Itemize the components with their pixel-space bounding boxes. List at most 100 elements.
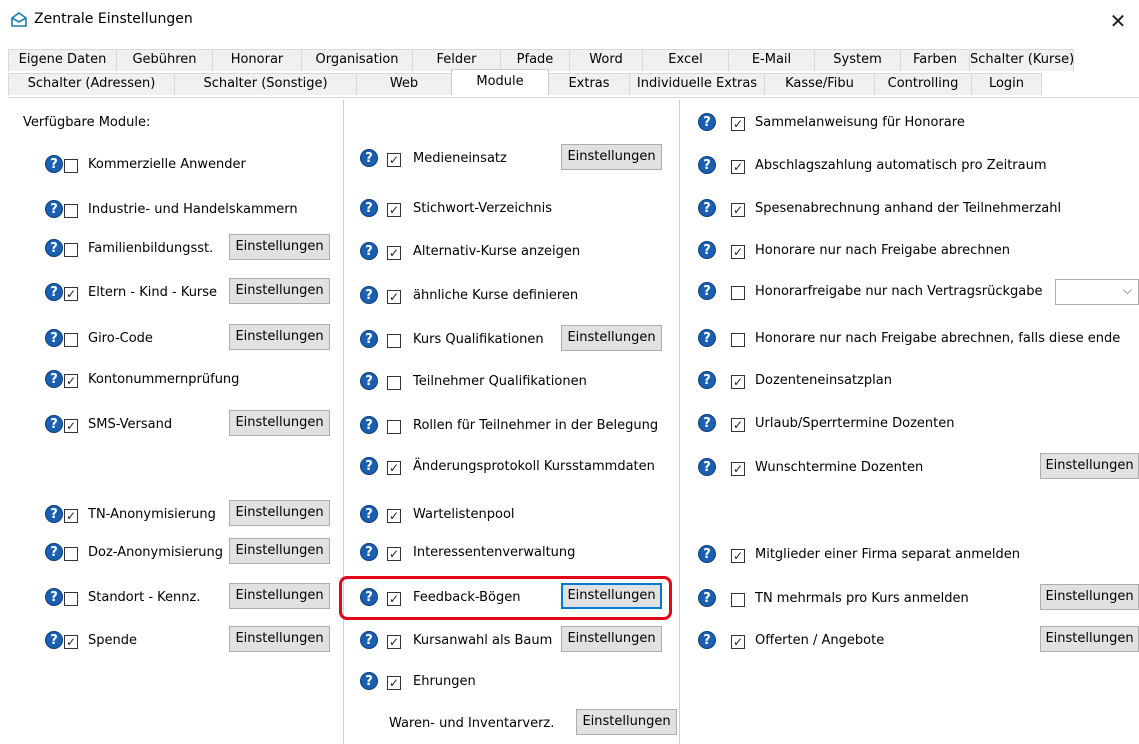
checkbox-sms-versand[interactable]: ✓ — [64, 419, 78, 433]
help-icon[interactable]: ? — [45, 415, 63, 433]
help-icon[interactable]: ? — [698, 545, 716, 563]
checkbox-industrie-und-handelskammern[interactable] — [64, 204, 78, 218]
checkbox-medieneinsatz[interactable]: ✓ — [387, 153, 401, 167]
help-icon[interactable]: ? — [698, 458, 716, 476]
checkbox-urlaub-sperrtermine-dozenten[interactable]: ✓ — [731, 418, 745, 432]
checkbox-dozenteneinsatzplan[interactable]: ✓ — [731, 375, 745, 389]
checkbox-honorarfreigabe-nur-nach-vertragsrückgabe[interactable] — [731, 286, 745, 300]
checkbox-abschlagszahlung-automatisch-pro-zeitraum[interactable]: ✓ — [731, 160, 745, 174]
help-icon[interactable]: ? — [360, 199, 378, 217]
tab-organisation[interactable]: Organisation — [301, 49, 413, 71]
checkbox-alternativ-kurse-anzeigen[interactable]: ✓ — [387, 246, 401, 260]
help-icon[interactable]: ? — [360, 672, 378, 690]
help-icon[interactable]: ? — [698, 199, 716, 217]
tab-extras[interactable]: Extras — [548, 73, 630, 95]
checkbox-ähnliche-kurse-definieren[interactable]: ✓ — [387, 290, 401, 304]
settings-button-familienbildungsst[interactable]: Einstellungen — [229, 234, 330, 260]
checkbox-doz-anonymisierung[interactable] — [64, 547, 78, 561]
help-icon[interactable]: ? — [698, 329, 716, 347]
checkbox-rollen-für-teilnehmer-in-der-belegung[interactable] — [387, 420, 401, 434]
help-icon[interactable]: ? — [45, 239, 63, 257]
help-icon[interactable]: ? — [698, 113, 716, 131]
checkbox-interessentenverwaltung[interactable]: ✓ — [387, 547, 401, 561]
settings-button-medieneinsatz[interactable]: Einstellungen — [561, 144, 662, 170]
checkbox-mitglieder-einer-firma-separat-anmelden[interactable]: ✓ — [731, 549, 745, 563]
help-icon[interactable]: ? — [360, 631, 378, 649]
tab-e-mail[interactable]: E-Mail — [728, 49, 815, 71]
checkbox-stichwort-verzeichnis[interactable]: ✓ — [387, 203, 401, 217]
checkbox-tn-mehrmals-pro-kurs-anmelden[interactable] — [731, 593, 745, 607]
help-icon[interactable]: ? — [360, 149, 378, 167]
checkbox-kursanwahl-als-baum[interactable]: ✓ — [387, 635, 401, 649]
settings-button-kurs-qualifikationen[interactable]: Einstellungen — [561, 325, 662, 351]
checkbox-honorare-nur-nach-freigabe-abrechnen-falls-diese-ende[interactable] — [731, 333, 745, 347]
checkbox-tn-anonymisierung[interactable]: ✓ — [64, 509, 78, 523]
chevron-down-icon[interactable]: ⌵ — [1123, 283, 1132, 298]
settings-button-sms-versand[interactable]: Einstellungen — [229, 410, 330, 436]
help-icon[interactable]: ? — [698, 282, 716, 300]
help-icon[interactable]: ? — [45, 631, 63, 649]
help-icon[interactable]: ? — [698, 631, 716, 649]
help-icon[interactable]: ? — [45, 200, 63, 218]
help-icon[interactable]: ? — [698, 156, 716, 174]
settings-button-doz-anonymisierung[interactable]: Einstellungen — [229, 538, 330, 564]
settings-button-spende[interactable]: Einstellungen — [229, 626, 330, 652]
tab-pfade[interactable]: Pfade — [500, 49, 570, 71]
help-icon[interactable]: ? — [45, 283, 63, 301]
help-icon[interactable]: ? — [698, 414, 716, 432]
tab-individuelle-extras[interactable]: Individuelle Extras — [629, 73, 765, 95]
checkbox-ehrungen[interactable]: ✓ — [387, 676, 401, 690]
settings-button-offerten-angebote[interactable]: Einstellungen — [1040, 626, 1139, 652]
settings-button-eltern-kind-kurse[interactable]: Einstellungen — [229, 278, 330, 304]
help-icon[interactable]: ? — [360, 505, 378, 523]
checkbox-honorare-nur-nach-freigabe-abrechnen[interactable]: ✓ — [731, 245, 745, 259]
help-icon[interactable]: ? — [360, 416, 378, 434]
settings-button-kursanwahl-als-baum[interactable]: Einstellungen — [561, 626, 662, 652]
help-icon[interactable]: ? — [360, 372, 378, 390]
tab-schalter-adressen[interactable]: Schalter (Adressen) — [8, 73, 175, 95]
checkbox-kurs-qualifikationen[interactable] — [387, 334, 401, 348]
checkbox-kontonummernprüfung[interactable]: ✓ — [64, 374, 78, 388]
help-icon[interactable]: ? — [45, 505, 63, 523]
tab-word[interactable]: Word — [569, 49, 643, 71]
checkbox-teilnehmer-qualifikationen[interactable] — [387, 376, 401, 390]
help-icon[interactable]: ? — [360, 242, 378, 260]
honorarfreigabe-dropdown[interactable]: ⌵ — [1055, 279, 1139, 305]
checkbox-standort-kennz[interactable] — [64, 592, 78, 606]
help-icon[interactable]: ? — [45, 588, 63, 606]
tab-schalter-kurse[interactable]: Schalter (Kurse) — [969, 49, 1074, 71]
settings-button-tn-anonymisierung[interactable]: Einstellungen — [229, 500, 330, 526]
settings-button-waren-und-inventarverz[interactable]: Einstellungen — [576, 709, 677, 735]
checkbox-familienbildungsst[interactable] — [64, 243, 78, 257]
tab-eigene-daten[interactable]: Eigene Daten — [8, 49, 117, 71]
tab-excel[interactable]: Excel — [642, 49, 729, 71]
checkbox-änderungsprotokoll-kursstammdaten[interactable]: ✓ — [387, 461, 401, 475]
tab-schalter-sonstige[interactable]: Schalter (Sonstige) — [174, 73, 357, 95]
close-icon[interactable]: ✕ — [1103, 6, 1133, 36]
checkbox-sammelanweisung-für-honorare[interactable]: ✓ — [731, 117, 745, 131]
help-icon[interactable]: ? — [45, 155, 63, 173]
tab-system[interactable]: System — [814, 49, 901, 71]
settings-button-standort-kennz[interactable]: Einstellungen — [229, 583, 330, 609]
settings-button-tn-mehrmals-pro-kurs-anmelden[interactable]: Einstellungen — [1040, 584, 1139, 610]
tab-honorar[interactable]: Honorar — [212, 49, 302, 71]
help-icon[interactable]: ? — [698, 371, 716, 389]
checkbox-spende[interactable]: ✓ — [64, 635, 78, 649]
checkbox-wartelistenpool[interactable]: ✓ — [387, 509, 401, 523]
help-icon[interactable]: ? — [360, 286, 378, 304]
tab-felder[interactable]: Felder — [412, 49, 501, 71]
tab-web[interactable]: Web — [356, 73, 452, 95]
checkbox-kommerzielle-anwender[interactable] — [64, 159, 78, 173]
help-icon[interactable]: ? — [360, 457, 378, 475]
checkbox-wunschtermine-dozenten[interactable]: ✓ — [731, 462, 745, 476]
help-icon[interactable]: ? — [698, 241, 716, 259]
tab-farben[interactable]: Farben — [900, 49, 970, 71]
help-icon[interactable]: ? — [45, 370, 63, 388]
help-icon[interactable]: ? — [698, 589, 716, 607]
checkbox-giro-code[interactable] — [64, 333, 78, 347]
help-icon[interactable]: ? — [45, 543, 63, 561]
tab-login[interactable]: Login — [971, 73, 1042, 95]
help-icon[interactable]: ? — [360, 543, 378, 561]
settings-button-giro-code[interactable]: Einstellungen — [229, 324, 330, 350]
settings-button-wunschtermine-dozenten[interactable]: Einstellungen — [1040, 453, 1139, 479]
